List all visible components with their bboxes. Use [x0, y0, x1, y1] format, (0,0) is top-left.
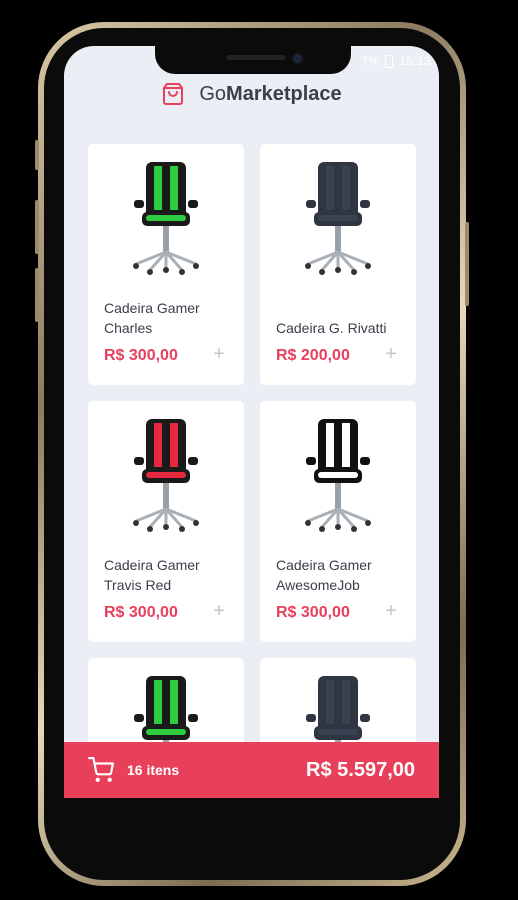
floating-cart[interactable]: 16 itens R$ 5.597,00: [64, 742, 439, 798]
cart-item-count: 16 itens: [127, 762, 180, 778]
product-title: Cadeira Gamer AwesomeJob: [276, 557, 372, 593]
add-to-cart-button[interactable]: +: [208, 600, 230, 622]
power-button: [465, 222, 469, 306]
mute-switch: [35, 268, 39, 322]
shopping-bag-icon: [163, 83, 184, 105]
product-card[interactable]: Cadeira Gamer AwesomeJob R$ 300,00 +: [260, 401, 416, 642]
add-to-cart-button[interactable]: +: [380, 343, 402, 365]
front-camera: [293, 54, 302, 63]
product-price: R$ 300,00: [276, 604, 350, 621]
product-card[interactable]: Cadeira Gamer Travis Red R$ 300,00 +: [88, 401, 244, 642]
product-title: Cadeira Gamer Travis Red: [104, 557, 200, 593]
volume-down-button: [35, 200, 39, 254]
product-title: Cadeira G. Rivatti: [276, 320, 387, 336]
app-header: GoMarketplace: [64, 82, 439, 106]
status-bar: 7% 15:13: [362, 54, 431, 68]
product-image: [300, 158, 376, 278]
product-price: R$ 200,00: [276, 347, 350, 364]
battery-icon: [385, 54, 394, 68]
add-to-cart-button[interactable]: +: [208, 343, 230, 365]
product-price: R$ 300,00: [104, 347, 178, 364]
notch: [155, 46, 351, 74]
battery-percent: 7%: [361, 54, 380, 68]
app-title: GoMarketplace: [199, 82, 342, 105]
product-image: [128, 158, 204, 278]
cart-total: R$ 5.597,00: [306, 758, 415, 781]
product-grid: Cadeira Gamer Charles R$ 300,00 + Cadeira G…: [88, 144, 416, 798]
add-to-cart-button[interactable]: +: [380, 600, 402, 622]
product-card[interactable]: Cadeira G. Rivatti R$ 200,00 +: [260, 144, 416, 385]
volume-up-button: [35, 140, 39, 170]
product-price: R$ 300,00: [104, 604, 178, 621]
speaker: [226, 55, 286, 60]
product-card[interactable]: Cadeira Gamer Charles R$ 300,00 +: [88, 144, 244, 385]
clock: 15:13: [399, 54, 431, 68]
product-title: Cadeira Gamer Charles: [104, 300, 200, 336]
product-image: [300, 415, 376, 535]
app-screen: 7% 15:13 GoMarketplace Cadeira Gamer Cha…: [64, 46, 439, 798]
cart-icon: [88, 757, 114, 782]
product-image: [128, 415, 204, 535]
